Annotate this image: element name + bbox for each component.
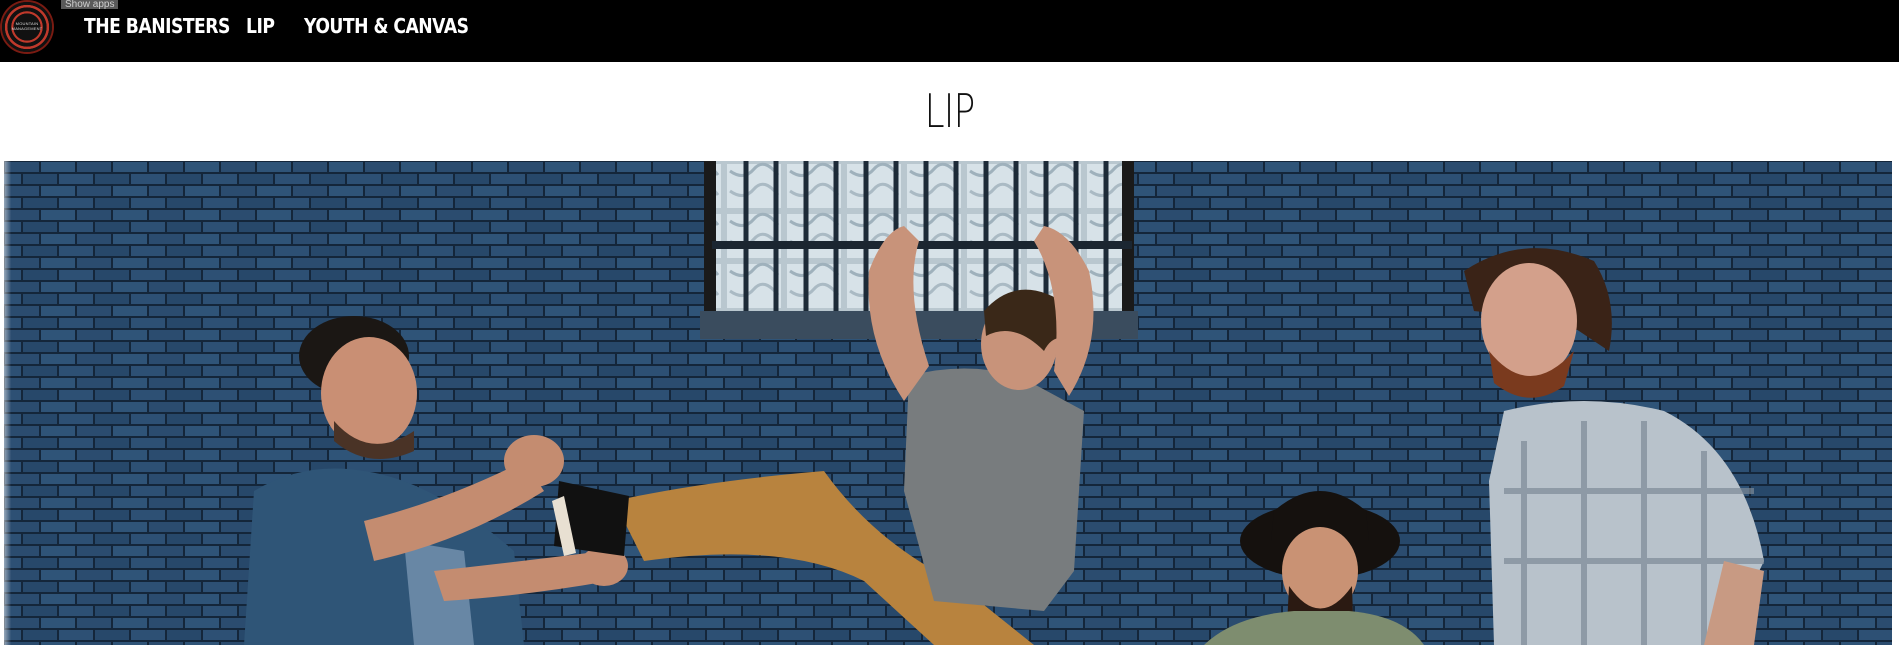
- nav-item-youth-and-canvas[interactable]: YOUTH & CANVAS: [304, 14, 469, 38]
- nav-item-the-banisters[interactable]: THE BANISTERS: [84, 14, 230, 38]
- top-navigation-bar: MOUNTAIN MANAGEMENT Show apps THE BANIST…: [0, 0, 1899, 62]
- page-title: LIP: [924, 84, 976, 138]
- show-apps-tooltip: Show apps: [61, 0, 119, 9]
- hero-photo-illustration: [4, 161, 1892, 645]
- logo-text: MOUNTAIN MANAGEMENT: [11, 21, 43, 31]
- mountain-management-logo[interactable]: MOUNTAIN MANAGEMENT: [2, 2, 52, 52]
- hero-band-photo: [4, 161, 1892, 645]
- main-nav: THE BANISTERS LIP YOUTH & CANVAS: [84, 14, 469, 38]
- nav-item-lip[interactable]: LIP: [246, 14, 275, 38]
